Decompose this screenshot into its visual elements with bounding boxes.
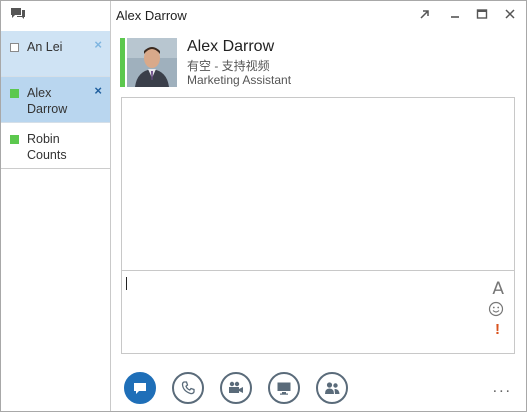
contact-photo[interactable] xyxy=(127,38,177,87)
emoticon-icon[interactable] xyxy=(488,301,504,317)
message-history-pane[interactable] xyxy=(121,97,515,271)
high-importance-icon[interactable]: ! xyxy=(495,321,500,338)
text-caret xyxy=(126,277,127,290)
left-panel-header xyxy=(1,1,110,31)
contact-header: Alex Darrow 有空 - 支持视频 Marketing Assistan… xyxy=(112,31,526,95)
close-conversation-icon[interactable]: × xyxy=(94,84,102,97)
more-options-icon[interactable]: ... xyxy=(493,380,512,396)
minimize-icon[interactable] xyxy=(447,8,463,22)
presence-available-icon xyxy=(10,135,19,144)
conversation-item-alex-darrow[interactable]: Alex Darrow × xyxy=(1,77,110,123)
font-icon[interactable]: A xyxy=(492,279,504,299)
conversation-name: Robin Counts xyxy=(27,132,67,162)
conversation-list: An Lei × Alex Darrow × Robin Counts xyxy=(1,31,110,169)
contact-status: 有空 - 支持视频 xyxy=(187,59,270,73)
title-bar: Alex Darrow xyxy=(112,1,526,31)
present-icon[interactable] xyxy=(268,372,300,404)
popout-icon[interactable] xyxy=(417,8,433,22)
presence-available-icon xyxy=(10,89,19,98)
conversation-item-an-lei[interactable]: An Lei × xyxy=(1,31,110,77)
close-conversation-icon[interactable]: × xyxy=(94,38,102,51)
video-icon[interactable] xyxy=(220,372,252,404)
phone-icon[interactable] xyxy=(172,372,204,404)
window-title: Alex Darrow xyxy=(116,8,187,23)
presence-bar xyxy=(120,38,125,87)
contact-name[interactable]: Alex Darrow xyxy=(187,38,274,56)
message-compose-input[interactable]: A ! xyxy=(121,270,515,354)
conversation-item-robin-counts[interactable]: Robin Counts xyxy=(1,123,110,169)
conversation-window: An Lei × Alex Darrow × Robin Counts Alex… xyxy=(0,0,527,412)
bottom-toolbar: ... xyxy=(112,361,526,411)
people-icon[interactable] xyxy=(316,372,348,404)
im-icon[interactable] xyxy=(124,372,156,404)
conversations-icon[interactable] xyxy=(10,7,26,21)
presence-offline-icon xyxy=(10,43,19,52)
conversation-name: Alex Darrow xyxy=(27,86,68,116)
close-window-icon[interactable] xyxy=(502,8,518,22)
maximize-icon[interactable] xyxy=(474,8,490,22)
contact-job-title: Marketing Assistant xyxy=(187,73,292,87)
conversation-name: An Lei xyxy=(27,40,63,54)
conversation-list-panel: An Lei × Alex Darrow × Robin Counts xyxy=(1,1,111,411)
